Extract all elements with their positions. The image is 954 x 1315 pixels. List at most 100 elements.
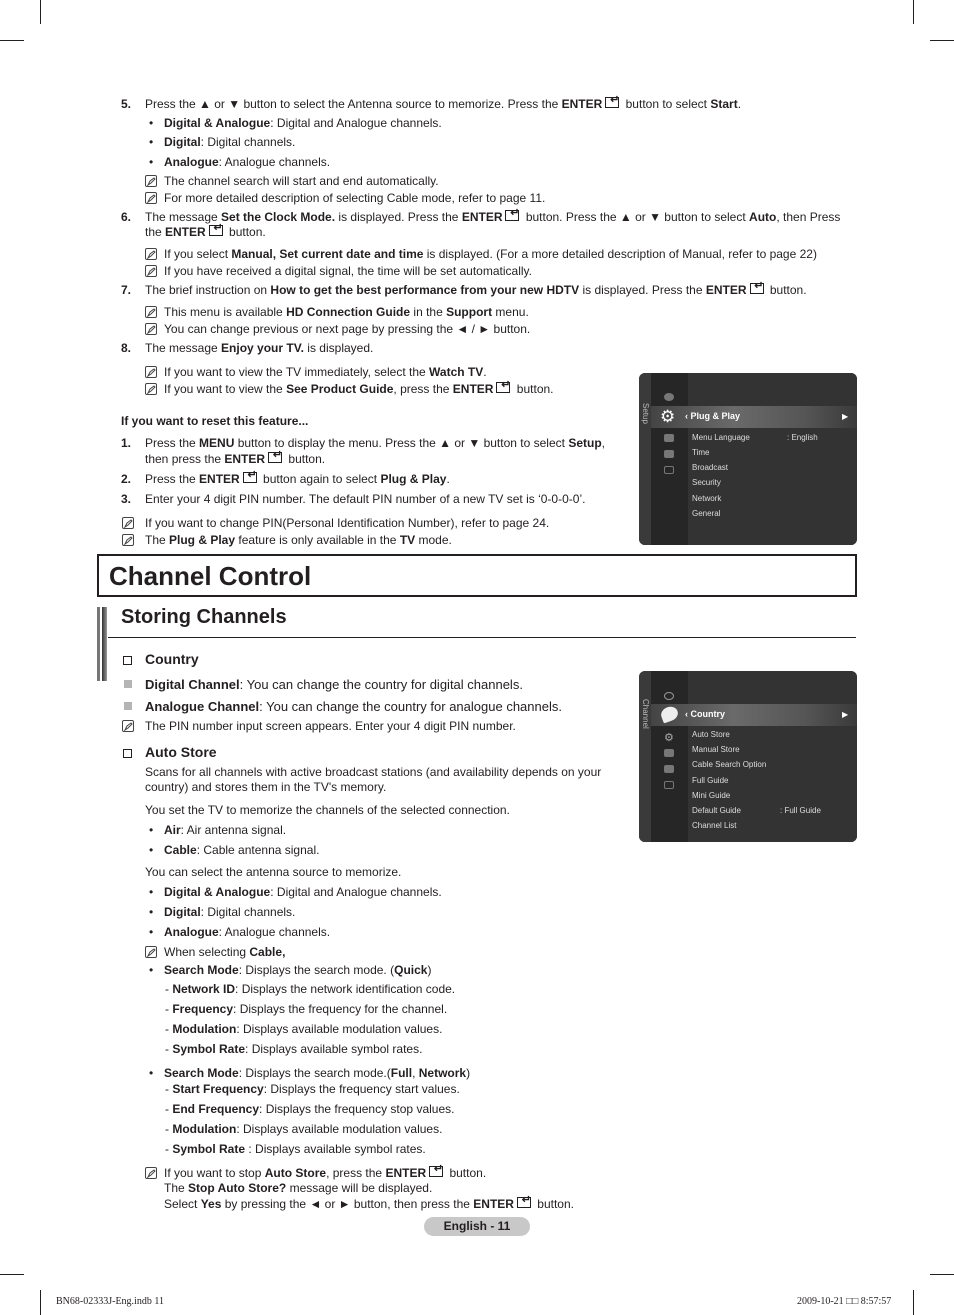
menu-item[interactable]: Broadcast: [692, 463, 728, 472]
bullet-icon: •: [149, 905, 154, 919]
list-item: Digital: Digital channels.: [164, 135, 296, 149]
menu-side-label: Channel: [641, 699, 650, 729]
note-icon: [145, 1167, 157, 1179]
menu-item[interactable]: Full Guide: [692, 776, 728, 785]
note-text: Select Yes by pressing the ◄ or ► button…: [164, 1193, 574, 1212]
menu-side-label: Setup: [641, 403, 650, 424]
list-item: Search Mode: Displays the search mode. (…: [164, 963, 432, 977]
menu-item[interactable]: Cable Search Option: [692, 760, 766, 769]
enter-icon: [516, 1193, 531, 1208]
note-text: The PIN number input screen appears. Ent…: [145, 719, 516, 733]
subsection-title: Auto Store: [145, 744, 217, 760]
crop-mark: [913, 0, 914, 24]
crop-mark: [930, 1274, 954, 1275]
file-name: BN68-02333J-Eng.indb 11: [56, 1296, 164, 1307]
menu-side-bar: [639, 671, 651, 842]
list-item: Digital & Analogue: Digital and Analogue…: [164, 885, 442, 899]
menu-list-panel: [688, 373, 857, 545]
menu-selected-row[interactable]: [651, 704, 857, 726]
reset-step-1: Press the MENU button to display the men…: [145, 436, 605, 450]
menu-item[interactable]: Mini Guide: [692, 791, 730, 800]
crop-mark: [0, 1274, 24, 1275]
note-icon: [145, 323, 157, 335]
menu-item[interactable]: Network: [692, 494, 721, 503]
reset-step-2: Press the ENTER button again to select P…: [145, 468, 450, 487]
chapter-title: Channel Control: [109, 561, 312, 591]
menu-item[interactable]: General: [692, 509, 720, 518]
note-text: If you select Manual, Set current date a…: [164, 247, 817, 261]
crop-mark: [0, 40, 24, 41]
step-5-text: Press the ▲ or ▼ button to select the An…: [145, 93, 741, 112]
note-text: If you have received a digital signal, t…: [164, 264, 532, 278]
note-icon: [145, 175, 157, 187]
menu-item[interactable]: Menu Language: [692, 433, 750, 442]
reset-step-3: Enter your 4 digit PIN number. The defau…: [145, 492, 586, 506]
enter-icon: [208, 221, 223, 236]
subsection-title: Country: [145, 651, 199, 667]
picture-icon: [664, 393, 674, 401]
section-bar: [102, 607, 107, 681]
step-number: 1.: [121, 436, 132, 450]
menu-item[interactable]: Channel List: [692, 821, 736, 830]
picture-icon: [664, 692, 674, 700]
step-6-text: The message Set the Clock Mode. is displ…: [145, 206, 840, 225]
list-item: Air: Air antenna signal.: [164, 823, 287, 837]
list-item: Digital & Analogue: Digital and Analogue…: [164, 116, 442, 130]
step-number: 6.: [121, 210, 132, 224]
sub-item: - End Frequency: Displays the frequency …: [165, 1102, 455, 1116]
enter-icon: [505, 206, 520, 221]
menu-item[interactable]: Security: [692, 478, 721, 487]
menu-item[interactable]: Default Guide: [692, 806, 741, 815]
note-icon: [145, 192, 157, 204]
bullet-icon: •: [149, 1066, 154, 1080]
list-item: Analogue: Analogue channels.: [164, 925, 331, 939]
enter-icon: [242, 468, 257, 483]
menu-item[interactable]: Manual Store: [692, 745, 740, 754]
square-bullet-icon: [124, 680, 132, 688]
sub-item: - Frequency: Displays the frequency for …: [165, 1002, 448, 1016]
enter-icon: [429, 1162, 444, 1177]
menu-item[interactable]: Auto Store: [692, 730, 730, 739]
step-number: 7.: [121, 283, 132, 297]
list-item: Digital Channel: You can change the coun…: [145, 677, 523, 692]
note-icon: [145, 265, 157, 277]
gear-icon: ⚙: [660, 407, 676, 426]
section-rule: [108, 637, 856, 638]
gear-icon: ⚙: [664, 732, 674, 744]
sub-item: - Network ID: Displays the network ident…: [165, 982, 456, 996]
sub-item: - Start Frequency: Displays the frequenc…: [165, 1082, 460, 1096]
menu-side-bar: [639, 373, 651, 545]
section-bar: [97, 607, 100, 681]
input-icon: [664, 434, 674, 442]
bullet-icon: •: [149, 135, 154, 149]
checkbox-icon: [123, 656, 132, 665]
sub-item: - Modulation: Displays available modulat…: [165, 1122, 443, 1136]
list-item: Digital: Digital channels.: [164, 905, 296, 919]
note-icon: [122, 720, 134, 732]
note-icon: [145, 306, 157, 318]
menu-selected-label: ‹ Plug & Play: [685, 411, 741, 421]
step-7-text: The brief instruction on How to get the …: [145, 279, 807, 298]
menu-selected-row[interactable]: [651, 406, 857, 428]
arrow-right-icon: ▶: [842, 412, 849, 421]
menu-item[interactable]: Time: [692, 448, 709, 457]
list-item: Analogue Channel: You can change the cou…: [145, 699, 562, 714]
menu-selected-label: ‹ Country: [685, 709, 725, 719]
step-8-text: The message Enjoy your TV. is displayed.: [145, 341, 374, 355]
help-icon: [664, 466, 674, 474]
list-item: Analogue: Analogue channels.: [164, 155, 331, 169]
note-text: The Plug & Play feature is only availabl…: [145, 533, 452, 547]
list-item: Search Mode: Displays the search mode.(F…: [164, 1066, 471, 1080]
note-icon: [122, 534, 134, 546]
application-icon: [664, 765, 674, 773]
note-text: This menu is available HD Connection Gui…: [164, 305, 529, 319]
paragraph: Scans for all channels with active broad…: [145, 765, 602, 779]
bullet-icon: •: [149, 116, 154, 130]
bullet-icon: •: [149, 885, 154, 899]
crop-mark: [913, 1290, 914, 1315]
note-icon: [122, 517, 134, 529]
setup-menu-screenshot: Setup ⚙ ‹ Plug & Play ▶ Menu Language : …: [639, 373, 857, 545]
note-text: The Stop Auto Store? message will be dis…: [164, 1181, 433, 1195]
sub-item: - Modulation: Displays available modulat…: [165, 1022, 443, 1036]
checkbox-icon: [123, 749, 132, 758]
